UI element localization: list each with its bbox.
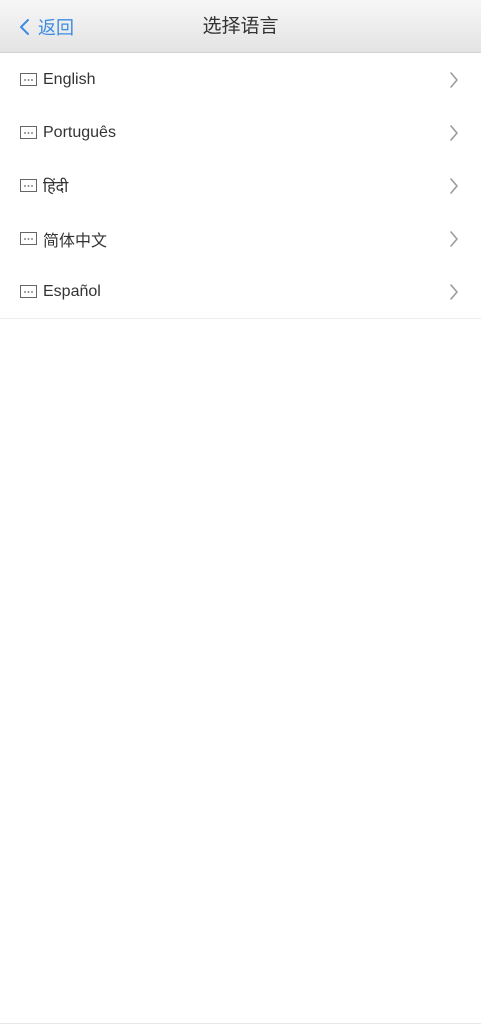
chevron-right-icon xyxy=(450,177,458,194)
language-item-simplified-chinese[interactable]: 简体中文 xyxy=(0,212,481,265)
chevron-right-icon xyxy=(450,283,458,300)
back-label: 返回 xyxy=(38,17,74,38)
language-select-page: 返回 选择语言 English Português हिंदी 简体中文 Esp… xyxy=(0,0,481,1024)
language-label: Português xyxy=(43,123,116,141)
language-item-portuguese[interactable]: Português xyxy=(0,106,481,159)
language-item-hindi[interactable]: हिंदी xyxy=(0,159,481,212)
language-label: 简体中文 xyxy=(43,232,108,250)
chevron-right-icon xyxy=(450,230,458,247)
keyboard-icon xyxy=(20,285,37,298)
chevron-left-icon xyxy=(20,18,29,35)
language-label: Español xyxy=(43,282,101,300)
chevron-right-icon xyxy=(450,71,458,88)
language-item-spanish[interactable]: Español xyxy=(0,265,481,318)
keyboard-icon xyxy=(20,73,37,86)
language-label: English xyxy=(43,70,96,88)
navigation-bar: 返回 选择语言 xyxy=(0,0,481,53)
language-item-english[interactable]: English xyxy=(0,53,481,106)
back-button[interactable]: 返回 xyxy=(18,0,74,53)
keyboard-icon xyxy=(20,232,37,245)
keyboard-icon xyxy=(20,179,37,192)
language-list: English Português हिंदी 简体中文 Español xyxy=(0,53,481,319)
keyboard-icon xyxy=(20,126,37,139)
language-label: हिंदी xyxy=(43,178,69,196)
chevron-right-icon xyxy=(450,124,458,141)
